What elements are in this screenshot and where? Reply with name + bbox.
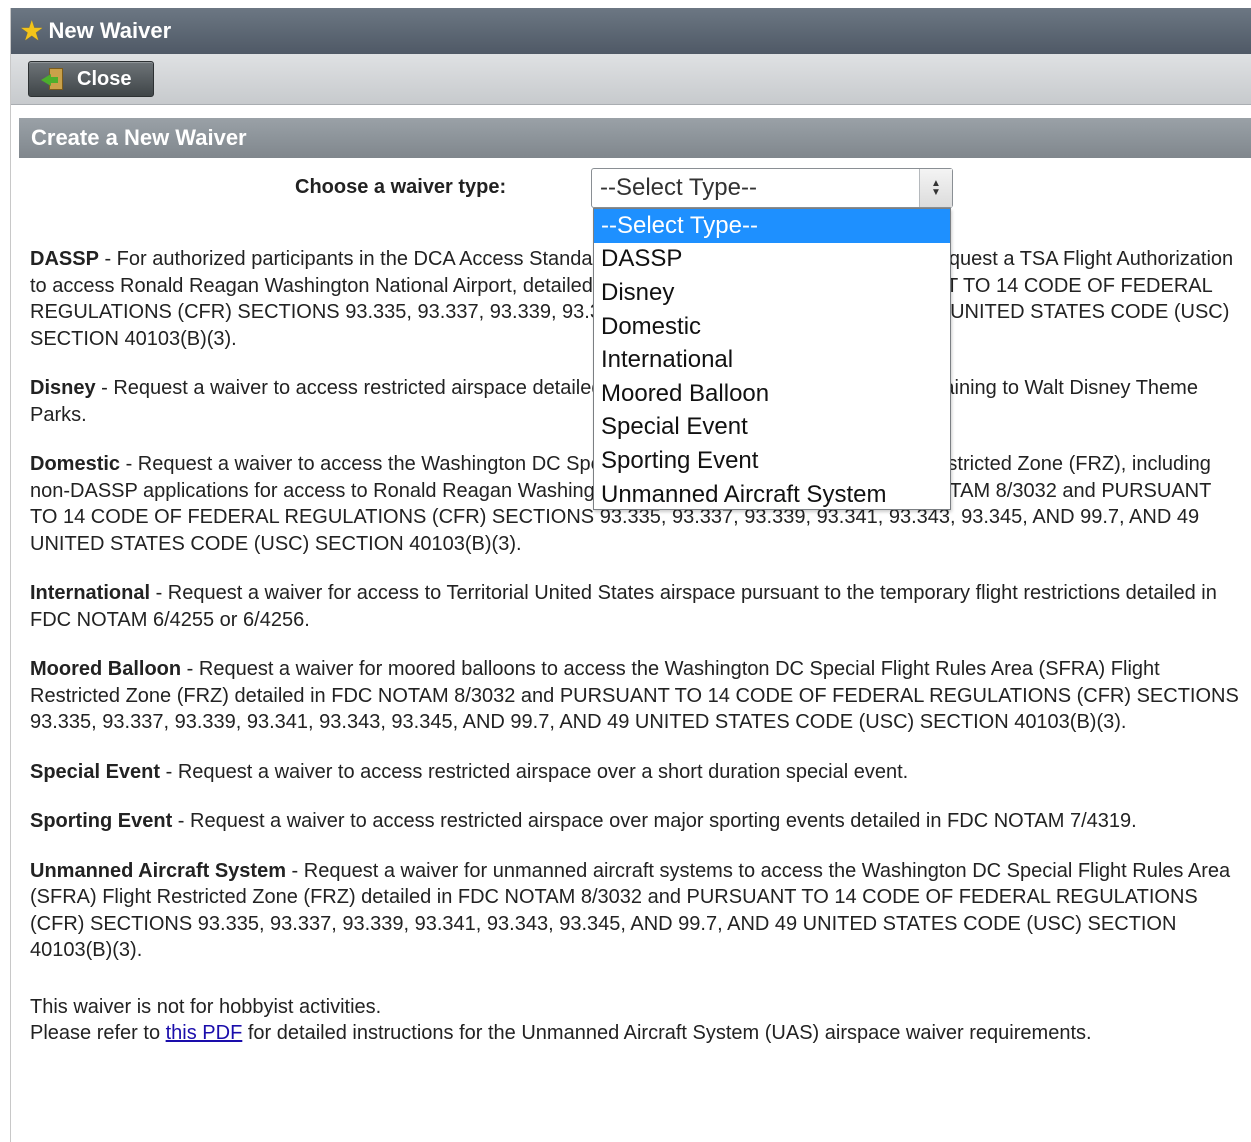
description-name: Domestic — [30, 453, 121, 475]
option-select-type[interactable]: --Select Type-- — [594, 209, 950, 243]
description-name: International — [30, 582, 151, 604]
pdf-link[interactable]: this PDF — [166, 1022, 243, 1044]
window-titlebar: ★ New Waiver — [11, 8, 1251, 54]
panel-title: Create a New Waiver — [31, 125, 247, 150]
description-name: Sporting Event — [30, 810, 173, 832]
star-icon: ★ — [21, 17, 43, 45]
option-international[interactable]: International — [594, 343, 950, 377]
description-text: - Request a waiver for access to Territo… — [30, 582, 1217, 631]
waiver-type-select[interactable]: --Select Type-- ▲ ▼ — [591, 168, 953, 208]
description-international: International - Request a waiver for acc… — [30, 580, 1242, 633]
option-disney[interactable]: Disney — [594, 276, 950, 310]
description-moored-balloon: Moored Balloon - Request a waiver for mo… — [30, 656, 1242, 736]
new-waiver-window: ★ New Waiver Close Create a New Waiver C… — [10, 8, 1251, 1142]
panel-header: Create a New Waiver — [19, 118, 1251, 158]
refer-prefix: Please refer to — [30, 1022, 166, 1044]
description-name: Unmanned Aircraft System — [30, 859, 286, 882]
waiver-type-dropdown: --Select Type-- DASSP Disney Domestic In… — [593, 208, 951, 510]
option-domestic[interactable]: Domestic — [594, 310, 950, 344]
description-name: DASSP — [30, 248, 99, 270]
description-name: Special Event — [30, 760, 161, 783]
description-name: Disney — [30, 377, 96, 399]
option-special-event[interactable]: Special Event — [594, 411, 950, 445]
description-name: Moored Balloon — [30, 658, 182, 680]
description-special-event: Special Event - Request a waiver to acce… — [30, 759, 1242, 786]
description-text: - Request a waiver to access restricted … — [172, 810, 1137, 832]
description-sporting-event: Sporting Event - Request a waiver to acc… — [30, 808, 1242, 835]
option-moored-balloon[interactable]: Moored Balloon — [594, 377, 950, 411]
hobbyist-notice: This waiver is not for hobbyist activiti… — [30, 995, 382, 1018]
exit-door-icon — [41, 68, 65, 90]
toolbar: Close — [11, 54, 1251, 105]
description-text: - Request a waiver to access restricted … — [160, 760, 909, 783]
close-button[interactable]: Close — [28, 61, 154, 97]
window-title: New Waiver — [48, 18, 172, 43]
option-dassp[interactable]: DASSP — [594, 243, 950, 277]
description-text: - Request a waiver for moored balloons t… — [30, 658, 1239, 733]
refer-suffix: for detailed instructions for the Unmann… — [242, 1022, 1092, 1044]
close-button-label: Close — [77, 67, 132, 90]
option-sporting-event[interactable]: Sporting Event — [594, 444, 950, 478]
footer-note: This waiver is not for hobbyist activiti… — [30, 994, 1242, 1047]
waiver-type-label: Choose a waiver type: — [295, 176, 507, 198]
description-unmanned-aircraft-system: Unmanned Aircraft System - Request a wai… — [30, 858, 1242, 964]
select-value: --Select Type-- — [600, 174, 757, 201]
select-arrows-icon: ▲ ▼ — [919, 169, 952, 207]
option-unmanned-aircraft-system[interactable]: Unmanned Aircraft System — [594, 478, 950, 512]
